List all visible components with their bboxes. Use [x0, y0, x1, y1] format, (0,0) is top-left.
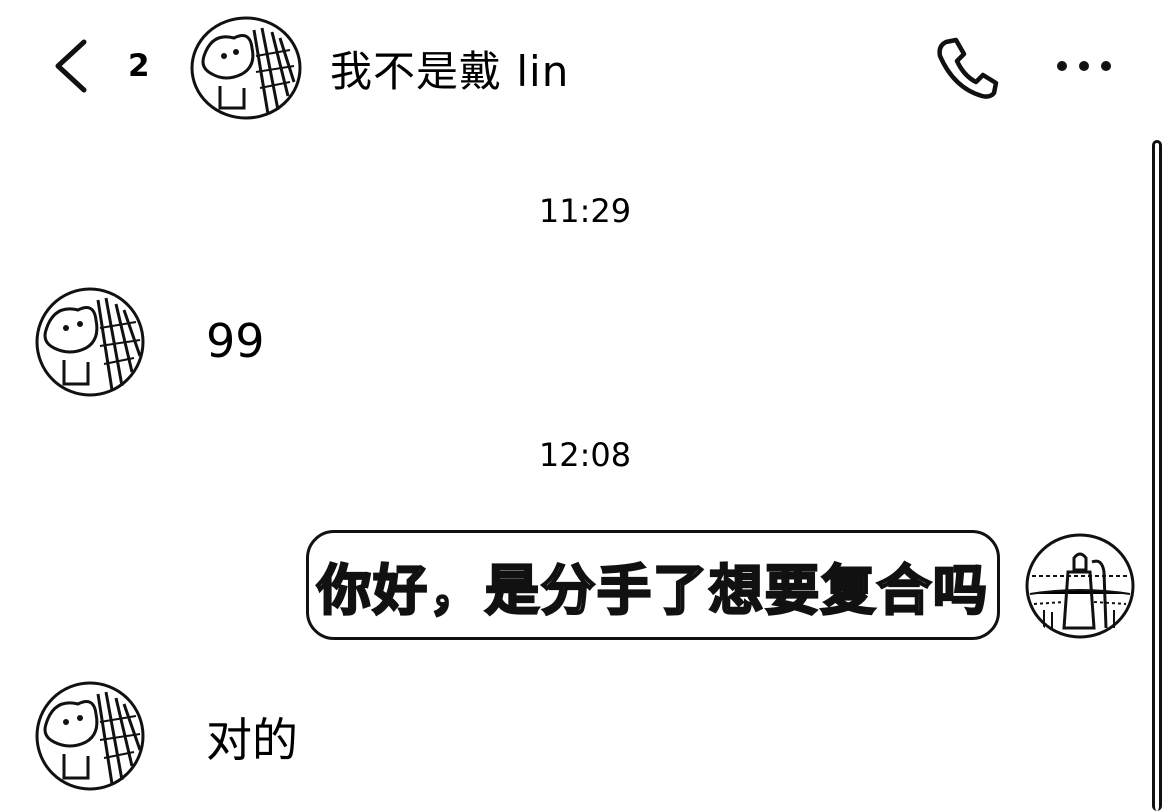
- unread-count: 2: [128, 48, 150, 84]
- sent-message-bubble[interactable]: 你好，是分手了想要复合吗: [306, 530, 1000, 640]
- phone-icon: [937, 37, 999, 99]
- contact-name: 我不是戴 lin: [330, 47, 570, 96]
- message-text: 你好，是分手了想要复合吗: [316, 557, 989, 623]
- more-button[interactable]: [1050, 46, 1120, 86]
- chat-screen: 2 我不是戴 lin 11:29 99 12:08 你好，是分手了想要复合吗 对…: [0, 0, 1170, 811]
- message-text[interactable]: 对的: [206, 704, 298, 770]
- message-timestamp: 11:29: [538, 192, 632, 230]
- my-avatar[interactable]: [1024, 532, 1136, 640]
- message-timestamp: 12:08: [538, 436, 632, 474]
- chevron-left-icon: [55, 39, 87, 93]
- contact-avatar[interactable]: [34, 286, 146, 398]
- contact-avatar[interactable]: [34, 680, 146, 792]
- contact-avatar[interactable]: [190, 16, 302, 120]
- chat-header: 2 我不是戴 lin: [0, 0, 1170, 135]
- back-button[interactable]: [44, 34, 104, 98]
- message-text[interactable]: 99: [206, 314, 265, 368]
- more-dots-icon: [1057, 61, 1111, 71]
- call-button[interactable]: [932, 32, 1002, 102]
- scrollbar[interactable]: [1152, 140, 1162, 811]
